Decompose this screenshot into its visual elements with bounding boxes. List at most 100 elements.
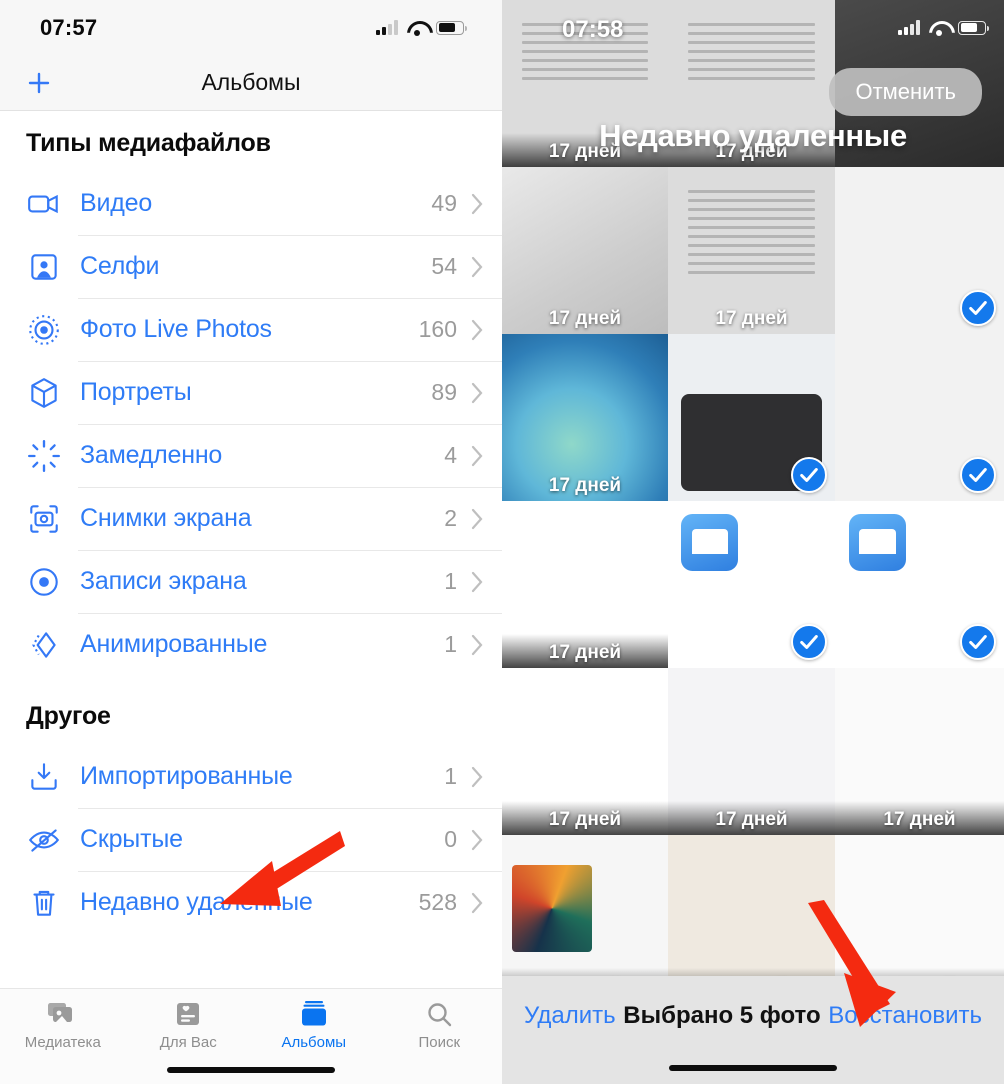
wifi-icon (929, 20, 949, 36)
tab-for-you[interactable]: Для Вас (126, 999, 252, 1051)
chevron-right-icon (471, 571, 484, 593)
album-row-hidden[interactable]: Скрытые 0 (0, 808, 502, 871)
photo-cell[interactable]: 17 дней (502, 167, 668, 334)
days-remaining-label: 17 дней (548, 642, 622, 663)
section-header-media-types: Типы медиафайлов (26, 129, 271, 157)
chevron-right-icon (471, 634, 484, 656)
album-label: Фото Live Photos (80, 315, 272, 343)
screenshot-root: 07:57 Альбомы Типы медиафайлов Видео 49 … (0, 0, 1004, 1084)
selection-check-icon[interactable] (960, 624, 996, 660)
album-count: 1 (444, 763, 457, 789)
status-bar-time: 07:57 (40, 14, 98, 40)
home-indicator (167, 1067, 335, 1073)
photo-cell[interactable]: 17 дней (835, 668, 1004, 835)
chevron-right-icon (471, 256, 484, 278)
tab-albums[interactable]: Альбомы (251, 999, 377, 1051)
days-remaining-label: 17 дней (548, 809, 622, 830)
chevron-right-icon (471, 445, 484, 467)
photo-cell[interactable] (835, 501, 1004, 668)
screen-recording-icon (26, 564, 62, 600)
page-title: Альбомы (201, 69, 301, 95)
wifi-icon (407, 20, 427, 36)
photo-grid: 17 дней 17 дней 17 дней 17 дней 17 дней … (502, 0, 1004, 1084)
photo-cell[interactable] (835, 167, 1004, 334)
right-phone-screen: 17 дней 17 дней 17 дней 17 дней 17 дней … (502, 0, 1004, 1084)
tab-library[interactable]: Медиатека (0, 999, 126, 1051)
album-count: 4 (444, 442, 457, 468)
album-count: 49 (431, 190, 457, 216)
selection-check-icon[interactable] (960, 457, 996, 493)
album-label: Замедленно (80, 441, 223, 469)
import-download-icon (26, 759, 62, 795)
days-remaining-label: 17 дней (883, 809, 956, 830)
search-icon (426, 999, 453, 1029)
home-indicator (669, 1065, 837, 1071)
hidden-eye-slash-icon (26, 822, 62, 858)
tab-label: Медиатека (24, 1034, 101, 1051)
for-you-icon (175, 999, 201, 1029)
album-label: Недавно удаленные (80, 888, 313, 916)
album-count: 54 (431, 253, 457, 279)
album-row-live-photos[interactable]: Фото Live Photos 160 (0, 298, 502, 361)
photo-cell[interactable]: 17 дней (502, 334, 668, 501)
album-row-recently-deleted[interactable]: Недавно удаленные 528 (0, 871, 502, 934)
album-label: Скрытые (80, 825, 183, 853)
photo-cell[interactable] (668, 334, 835, 501)
plus-icon[interactable] (24, 68, 54, 98)
page-title: Недавно удаленные (599, 118, 907, 153)
album-label: Снимки экрана (80, 504, 252, 532)
photo-cell[interactable]: 17 дней (668, 167, 835, 334)
trash-icon (26, 885, 62, 921)
days-remaining-label: 17 дней (548, 308, 622, 329)
chevron-right-icon (471, 193, 484, 215)
cellular-signal-icon (376, 20, 398, 35)
days-remaining-label: 17 дней (715, 308, 788, 329)
photo-cell[interactable] (835, 334, 1004, 501)
album-row-screen-recordings[interactable]: Записи экрана 1 (0, 550, 502, 613)
chevron-right-icon (471, 892, 484, 914)
selection-toolbar: Удалить Выбрано 5 фото Восстановить (502, 976, 1004, 1084)
left-navigation-bar: Альбомы (0, 55, 502, 111)
album-count: 89 (431, 379, 457, 405)
photo-cell[interactable]: 17 дней (502, 668, 668, 835)
animated-icon (26, 627, 62, 663)
left-phone-screen: 07:57 Альбомы Типы медиафайлов Видео 49 … (0, 0, 502, 1084)
album-count: 1 (444, 568, 457, 594)
tab-label: Поиск (418, 1034, 461, 1051)
album-row-imported[interactable]: Импортированные 1 (0, 745, 502, 808)
photo-cell[interactable]: 17 дней (668, 668, 835, 835)
selection-check-icon[interactable] (791, 457, 827, 493)
album-row-slo-mo[interactable]: Замедленно 4 (0, 424, 502, 487)
cancel-button[interactable]: Отменить (829, 68, 982, 116)
selection-check-icon[interactable] (960, 290, 996, 326)
chevron-right-icon (471, 766, 484, 788)
album-label: Селфи (80, 252, 160, 280)
tab-search[interactable]: Поиск (377, 999, 503, 1051)
album-count: 160 (418, 316, 457, 342)
photo-cell[interactable]: 17 дней (502, 501, 668, 668)
album-row-portraits[interactable]: Портреты 89 (0, 361, 502, 424)
cellular-signal-icon (898, 20, 920, 35)
chevron-right-icon (471, 508, 484, 530)
photo-cell[interactable] (668, 501, 835, 668)
album-row-video[interactable]: Видео 49 (0, 172, 502, 235)
album-count: 1 (444, 631, 457, 657)
status-bar-indicators (376, 20, 468, 36)
album-row-selfies[interactable]: Селфи 54 (0, 235, 502, 298)
delete-button[interactable]: Удалить (524, 1002, 616, 1030)
battery-icon (958, 20, 990, 35)
selfie-person-icon (26, 249, 62, 285)
status-bar-indicators (898, 20, 990, 36)
screenshot-camera-icon (26, 501, 62, 537)
album-row-animated[interactable]: Анимированные 1 (0, 613, 502, 676)
album-label: Записи экрана (80, 567, 247, 595)
album-row-screenshots[interactable]: Снимки экрана 2 (0, 487, 502, 550)
album-count: 2 (444, 505, 457, 531)
selection-count-label: Выбрано 5 фото (623, 1002, 821, 1029)
restore-button[interactable]: Восстановить (828, 1002, 982, 1030)
album-label: Видео (80, 189, 153, 217)
days-remaining-label: 17 дней (715, 809, 788, 830)
left-status-bar: 07:57 (0, 0, 502, 55)
chevron-right-icon (471, 382, 484, 404)
selection-check-icon[interactable] (791, 624, 827, 660)
